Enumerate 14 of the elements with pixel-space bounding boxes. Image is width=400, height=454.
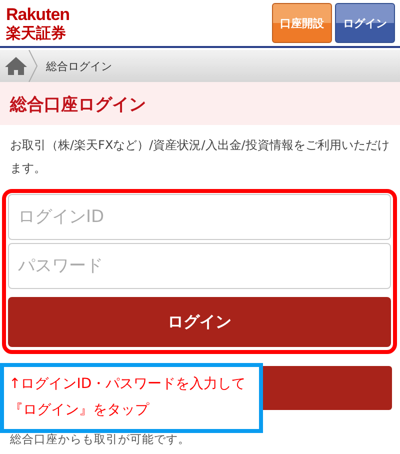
login-submit-button[interactable]: ログイン	[8, 297, 391, 347]
home-icon[interactable]	[4, 56, 28, 76]
login-id-field[interactable]: ログインID	[8, 194, 391, 240]
page-title: 総合口座ログイン	[10, 95, 146, 115]
password-field[interactable]: パスワード	[8, 243, 391, 289]
breadcrumb-item: 総合ログイン	[46, 58, 112, 74]
chevron-icon	[28, 50, 38, 82]
logo-text: Rakuten	[6, 6, 70, 22]
note-text: 総合口座からも取引が可能です。	[10, 432, 190, 447]
callout-text: 『ログイン』をタップ	[9, 401, 150, 420]
login-button[interactable]: ログイン	[335, 3, 395, 43]
callout-text: ↑ログインID・パスワードを入力して	[9, 375, 247, 394]
description-text: お取引（株/楽天FXなど）/資産状況/入出金/投資情報をご利用いただけます。	[9, 137, 390, 177]
logo-text: 楽天証券	[6, 26, 67, 40]
